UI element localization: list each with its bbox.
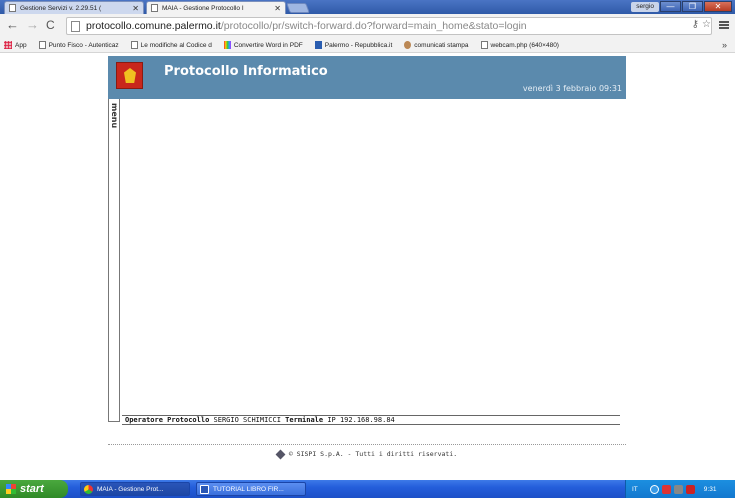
bookmark-label: App: [15, 41, 27, 49]
bookmark-label: webcam.php (640×480): [490, 41, 559, 49]
page-icon: [151, 4, 158, 12]
network-icon[interactable]: [649, 484, 659, 494]
bookmark-repubblica[interactable]: Palermo - Repubblica.it: [314, 41, 393, 49]
menu-label: menu: [110, 103, 119, 129]
key-icon[interactable]: ⚷: [692, 19, 699, 30]
bookmark-label: Convertire Word in PDF: [233, 41, 303, 49]
terminal-value: IP 192.168.98.84: [327, 416, 395, 424]
taskbar-item-tutorial[interactable]: TUTORIAL LIBRO FIR...: [196, 482, 306, 496]
volume-icon[interactable]: [673, 484, 683, 494]
color-icon: [223, 41, 231, 49]
side-menu-toggle[interactable]: menu: [108, 99, 120, 422]
forward-arrow-icon[interactable]: →: [26, 18, 39, 32]
repubblica-icon: [314, 41, 322, 49]
page-icon: [71, 20, 80, 32]
page-icon: [38, 41, 46, 49]
page-footer: © SISPI S.p.A. - Tutti i diritti riserva…: [108, 449, 626, 459]
bookmark-webcam[interactable]: webcam.php (640×480): [480, 41, 559, 49]
operator-label: Operatore Protocollo: [125, 416, 210, 424]
back-arrow-icon[interactable]: ←: [6, 18, 19, 32]
bookmarks-bar: App Punto Fisco - Autenticaz Le modifich…: [0, 38, 735, 53]
star-icon[interactable]: ☆: [702, 19, 711, 30]
copyright-text: © SISPI S.p.A. - Tutti i diritti riserva…: [288, 450, 458, 458]
page-icon: [9, 4, 16, 12]
url-path: /protocollo/pr/switch-forward.do?forward…: [220, 20, 527, 32]
palermo-crest-logo: [116, 62, 143, 89]
browser-title-bar: Gestione Servizi v. 2.29.51 ( ✕ MAIA - G…: [0, 0, 735, 14]
operator-status-line: Operatore Protocollo SERGIO SCHIMICCI Te…: [122, 415, 620, 425]
url-host: protocollo.comune.palermo.it: [86, 20, 221, 32]
word-icon: [200, 484, 209, 494]
operator-name: SERGIO SCHIMICCI: [213, 416, 281, 424]
reload-icon[interactable]: C: [46, 18, 55, 32]
close-tab-icon[interactable]: ✕: [274, 4, 281, 13]
apps-icon: [4, 41, 12, 49]
tab-label: Gestione Servizi v. 2.29.51 (: [20, 4, 102, 12]
tab-gestione-servizi[interactable]: Gestione Servizi v. 2.29.51 ( ✕: [4, 1, 144, 14]
new-tab-button[interactable]: [286, 3, 310, 13]
bookmark-word-pdf[interactable]: Convertire Word in PDF: [223, 41, 303, 49]
page-icon: [480, 41, 488, 49]
browser-toolbar: ← → C protocollo.comune.palermo.it/proto…: [0, 14, 735, 38]
bookmark-label: Le modifiche al Codice d: [140, 41, 212, 49]
chrome-icon: [84, 484, 93, 494]
antivirus-icon[interactable]: [661, 484, 671, 494]
main-content: menu Operatore Protocollo SERGIO SCHIMIC…: [108, 99, 626, 428]
tab-label: MAIA - Gestione Protocollo I: [162, 4, 244, 12]
header-datetime: venerdì 3 febbraio 09:31: [522, 84, 622, 93]
windows-taskbar: start MAIA - Gestione Prot... TUTORIAL L…: [0, 480, 735, 498]
address-bar[interactable]: protocollo.comune.palermo.it/protocollo/…: [66, 17, 712, 35]
terminal-label: Terminale: [285, 416, 324, 424]
bookmarks-overflow-icon[interactable]: »: [722, 40, 727, 50]
page-title: Protocollo Informatico: [164, 64, 328, 79]
bookmark-label: Punto Fisco - Autenticaz: [48, 41, 119, 49]
bookmark-apps[interactable]: App: [4, 41, 27, 49]
start-button[interactable]: start: [0, 480, 68, 498]
taskbar-item-label: MAIA - Gestione Prot...: [97, 485, 164, 493]
round-icon: [404, 41, 412, 49]
menu-icon[interactable]: [719, 21, 729, 29]
taskbar-item-maia[interactable]: MAIA - Gestione Prot...: [80, 482, 190, 496]
minimize-button[interactable]: —: [660, 1, 681, 12]
windows-logo-icon: [6, 484, 16, 494]
start-label: start: [20, 483, 44, 495]
maximize-button[interactable]: ❐: [682, 1, 703, 12]
bookmark-label: comunicati stampa: [414, 41, 469, 49]
clock: 9:31: [703, 485, 717, 493]
page-icon: [130, 41, 138, 49]
tab-maia[interactable]: MAIA - Gestione Protocollo I ✕: [146, 1, 286, 14]
bookmark-comunicati[interactable]: comunicati stampa: [404, 41, 469, 49]
close-window-button[interactable]: ✕: [704, 1, 732, 12]
bookmark-label: Palermo - Repubblica.it: [324, 41, 393, 49]
bookmark-modifiche-codice[interactable]: Le modifiche al Codice d: [130, 41, 212, 49]
security-icon[interactable]: [685, 484, 695, 494]
system-tray: IT 9:31: [625, 480, 735, 498]
sispi-logo-icon: [275, 449, 286, 459]
app-header: Protocollo Informatico venerdì 3 febbrai…: [108, 56, 626, 99]
profile-button[interactable]: sergio: [631, 2, 659, 12]
language-indicator[interactable]: IT: [632, 486, 638, 493]
bookmark-punto-fisco[interactable]: Punto Fisco - Autenticaz: [38, 41, 119, 49]
footer-divider: [108, 444, 626, 445]
close-tab-icon[interactable]: ✕: [132, 4, 139, 13]
taskbar-item-label: TUTORIAL LIBRO FIR...: [213, 485, 284, 493]
